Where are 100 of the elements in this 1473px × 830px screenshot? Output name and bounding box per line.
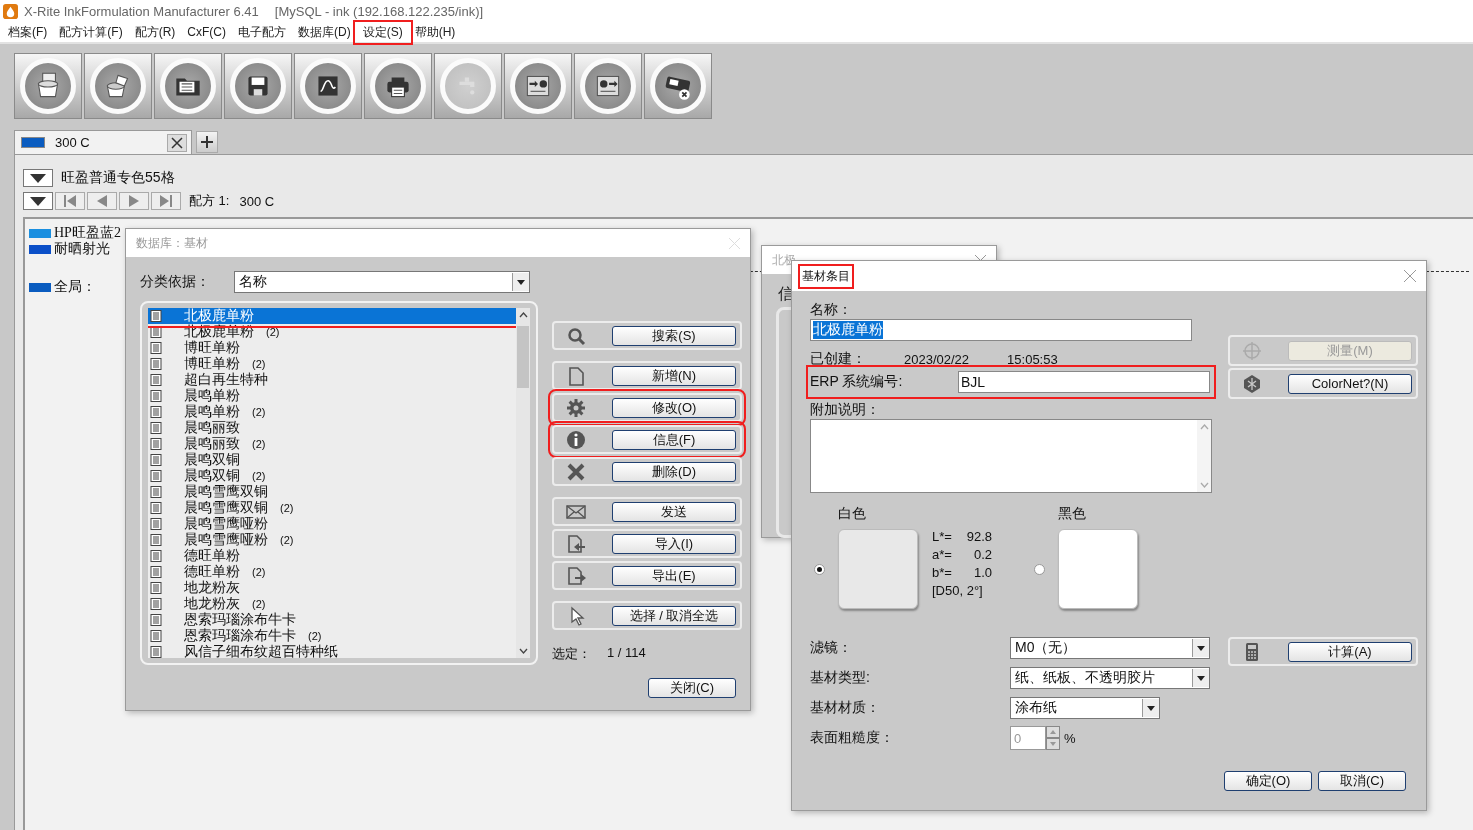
document-icon: [150, 374, 162, 386]
caret-icon: [1197, 645, 1205, 651]
action-button[interactable]: 信息(F): [612, 429, 736, 450]
close-icon[interactable]: [1404, 270, 1416, 282]
reading-label: a*=: [932, 547, 953, 562]
ink-name: 耐晒射光: [54, 240, 110, 258]
previous-button[interactable]: [87, 192, 117, 210]
document-icon: [150, 454, 162, 466]
next-button[interactable]: [119, 192, 149, 210]
list-item[interactable]: 恩索玛瑙涂布牛卡 (2): [148, 628, 516, 644]
list-item[interactable]: 博旺单粉: [148, 340, 516, 356]
note-label: 附加说明：: [810, 401, 881, 419]
document-icon: [150, 390, 162, 402]
list-item[interactable]: 地龙粉灰 (2): [148, 596, 516, 612]
chevron-up-icon[interactable]: [518, 312, 528, 318]
reading-value: 0.2: [972, 547, 992, 562]
name-field[interactable]: 北极鹿单粉: [810, 319, 1192, 341]
document-icon: [150, 646, 162, 658]
list-item[interactable]: 博旺单粉 (2): [148, 356, 516, 372]
menu-item[interactable]: 配方计算(F): [53, 23, 129, 41]
list-item[interactable]: 晨鸣双铜 (2): [148, 468, 516, 484]
menu-item[interactable]: 数据库(D): [292, 23, 357, 41]
action-button[interactable]: 搜索(S): [612, 325, 736, 346]
document-icon: [150, 598, 162, 610]
arrow-up-icon[interactable]: [1046, 726, 1060, 738]
close-button[interactable]: 关闭(C): [648, 678, 736, 698]
ok-button[interactable]: 确定(O): [1224, 771, 1312, 791]
list-item[interactable]: 晨鸣雪鹰双铜 (2): [148, 500, 516, 516]
expand-button[interactable]: [23, 169, 53, 187]
menu-item[interactable]: 配方(R): [128, 23, 182, 41]
caret-icon: [517, 279, 525, 285]
list-item[interactable]: 晨鸣丽致 (2): [148, 436, 516, 452]
action-button[interactable]: 修改(O): [612, 397, 736, 418]
search-icon: [566, 325, 586, 346]
toolbar-button[interactable]: [644, 53, 712, 119]
arrow-down-icon[interactable]: [1046, 738, 1060, 750]
add-tab-button[interactable]: [196, 131, 218, 153]
modify-icon: [566, 397, 586, 418]
list-item[interactable]: 晨鸣双铜: [148, 452, 516, 468]
dropdown[interactable]: 纸、纸板、不透明胶片: [1010, 667, 1210, 689]
toolbar-button[interactable]: [294, 53, 362, 119]
menu-item[interactable]: 档案(F): [2, 23, 54, 41]
action-button[interactable]: 发送: [612, 501, 736, 522]
list-item[interactable]: 晨鸣单粉: [148, 388, 516, 404]
action-button[interactable]: 导出(E): [612, 565, 736, 586]
document-tab[interactable]: 300 C: [14, 130, 192, 154]
radio-button[interactable]: [814, 563, 825, 575]
list-item[interactable]: 德旺单粉: [148, 548, 516, 564]
list-item[interactable]: 晨鸣雪鹰双铜: [148, 484, 516, 500]
document-icon: [150, 630, 162, 642]
document-icon: [150, 566, 162, 578]
last-button[interactable]: [151, 192, 181, 210]
list-item[interactable]: 风信子细布纹超百特种纸: [148, 644, 516, 658]
toolbar-button[interactable]: [364, 53, 432, 119]
toolbar-button[interactable]: [224, 53, 292, 119]
document-icon: [150, 550, 162, 562]
reading-label: L*=: [932, 529, 953, 544]
action-button[interactable]: ColorNet?(N): [1288, 373, 1412, 394]
scrollbar-thumb[interactable]: [517, 326, 529, 388]
action-button[interactable]: 选择 / 取消全选: [612, 605, 736, 626]
created-date: 2023/02/22: [904, 351, 970, 367]
dropdown[interactable]: 涂布纸: [1010, 697, 1160, 719]
radio-button[interactable]: [1034, 563, 1045, 575]
chevron-down-icon[interactable]: [518, 648, 528, 654]
reading-label: b*=: [932, 565, 953, 580]
scrollbar[interactable]: [516, 308, 530, 658]
expand-button[interactable]: [23, 192, 53, 210]
action-button[interactable]: 新增(N): [612, 365, 736, 386]
list-item[interactable]: 晨鸣雪鹰哑粉: [148, 516, 516, 532]
toolbar-button[interactable]: [504, 53, 572, 119]
close-tab-button[interactable]: [167, 133, 187, 152]
list-item[interactable]: 晨鸣雪鹰哑粉 (2): [148, 532, 516, 548]
document-icon: [150, 470, 162, 482]
list-item[interactable]: 晨鸣丽致: [148, 420, 516, 436]
sort-label: 分类依据：: [140, 273, 211, 291]
formula-name: 300 C: [239, 193, 275, 209]
menu-item[interactable]: 帮助(H): [408, 23, 462, 41]
list-item[interactable]: 德旺单粉 (2): [148, 564, 516, 580]
menu-item[interactable]: CxF(C): [181, 25, 232, 39]
dropdown[interactable]: M0（无）: [1010, 637, 1210, 659]
list-item[interactable]: 地龙粉灰: [148, 580, 516, 596]
erp-field[interactable]: BJL: [958, 371, 1211, 393]
calculate-button[interactable]: 计算(A): [1288, 641, 1412, 662]
spinner-arrows[interactable]: [1046, 726, 1060, 750]
unit-label: %: [1064, 730, 1076, 746]
document-icon: [150, 502, 162, 514]
background-label: 黑色: [1058, 505, 1087, 523]
list-item[interactable]: 恩索玛瑙涂布牛卡: [148, 612, 516, 628]
cancel-button[interactable]: 取消(C): [1318, 771, 1406, 791]
toolbar-button[interactable]: [574, 53, 642, 119]
action-button[interactable]: 删除(D): [612, 461, 736, 482]
action-button[interactable]: 导入(I): [612, 533, 736, 554]
list-item[interactable]: 晨鸣单粉 (2): [148, 404, 516, 420]
document-icon: [150, 486, 162, 498]
list-item[interactable]: 超白再生特种: [148, 372, 516, 388]
toolbar-button[interactable]: [154, 53, 222, 119]
menu-item[interactable]: 电子配方: [232, 23, 292, 41]
ink-name: HP旺盈蓝2: [54, 224, 121, 241]
sort-dropdown[interactable]: 名称: [234, 271, 530, 293]
document-icon: [150, 438, 162, 450]
